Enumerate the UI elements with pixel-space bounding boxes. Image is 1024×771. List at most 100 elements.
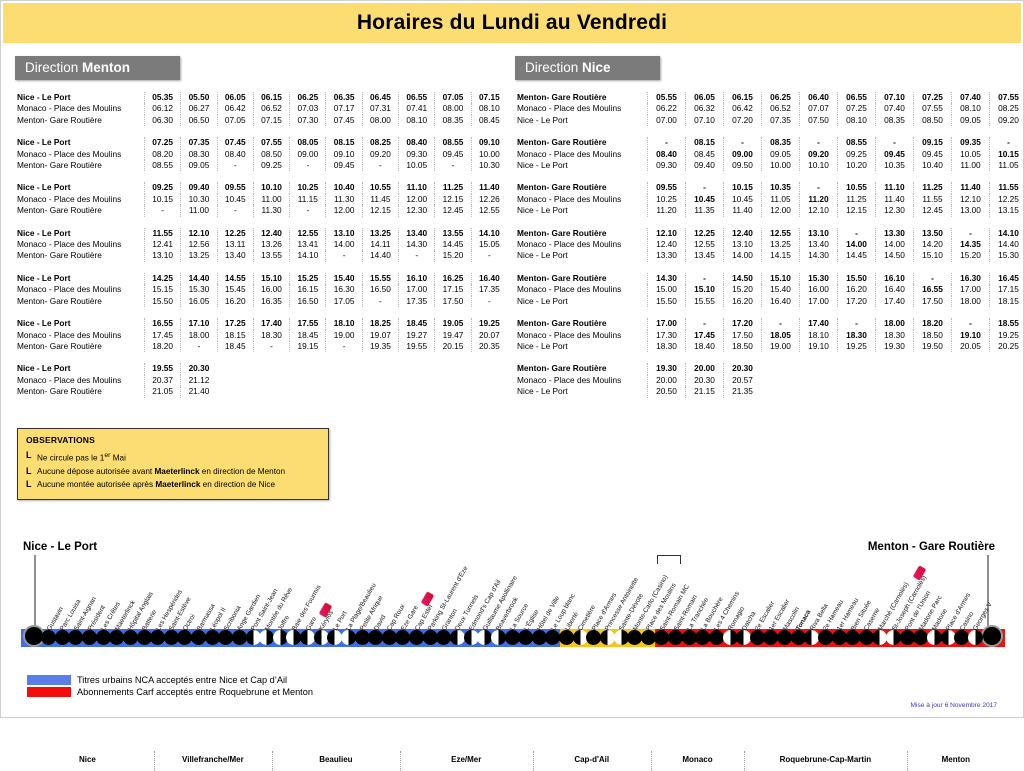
departure-time: 10.45 [217, 194, 253, 205]
departure-time: 14.10 [471, 228, 507, 239]
departure-time: 07.10 [876, 92, 914, 103]
departure-time: 12.00 [399, 194, 435, 205]
route-stop-dot[interactable] [341, 630, 356, 645]
departure-time: - [686, 182, 724, 193]
schedule-table: Menton- Gare Routière17.00-17.20-17.40-1… [515, 318, 1024, 352]
stop-name: Menton- Gare Routière [515, 273, 648, 284]
route-stop-dot[interactable] [450, 630, 465, 645]
departure-time: 19.30 [876, 341, 914, 352]
departure-time: 09.15 [914, 137, 952, 148]
departure-time: 07.03 [290, 103, 326, 114]
departure-time: 14.10 [290, 250, 326, 261]
schedule-row: Monaco - Place des Moulins06.2206.3206.4… [515, 103, 1024, 114]
departure-time: 19.00 [762, 341, 800, 352]
route-stop-dot[interactable] [600, 630, 615, 645]
empty-cell [322, 375, 357, 386]
route-stop-dot[interactable] [777, 630, 792, 645]
terminus-stem-right [987, 555, 989, 633]
empty-cell [835, 386, 872, 397]
departure-time: 15.50 [648, 296, 686, 307]
schedule-row: Monaco - Place des Moulins10.2510.4510.4… [515, 194, 1024, 205]
departure-time: 15.15 [145, 284, 181, 295]
zone-label: Eze/Mer [451, 755, 481, 764]
schedule-row: Monaco - Place des Moulins15.0015.1015.2… [515, 284, 1024, 295]
route-stop-dot[interactable] [123, 630, 138, 645]
departure-time: 10.25 [290, 182, 326, 193]
departure-time: 17.35 [399, 296, 435, 307]
stop-name: Menton- Gare Routière [515, 182, 648, 193]
departure-time: 12.10 [181, 228, 217, 239]
stop-name: Monaco - Place des Moulins [15, 375, 145, 386]
departure-time: 13.45 [686, 250, 724, 261]
observation-text: Aucune dépose autorisée avant Maeterlinc… [37, 465, 285, 478]
departure-time: 06.55 [838, 92, 876, 103]
departure-time: 09.20 [362, 149, 398, 160]
departure-time: 08.25 [990, 103, 1024, 114]
route-stop-dot[interactable] [232, 630, 247, 645]
route-stop-dot[interactable] [409, 630, 424, 645]
schedule-table: Nice - Le Port05.3505.5006.0506.1506.250… [15, 92, 507, 126]
schedule-row: Monaco - Place des Moulins06.1206.2706.4… [15, 103, 507, 114]
departure-time: 18.45 [217, 341, 253, 352]
departure-time: 19.25 [471, 318, 507, 329]
stop-name: Menton- Gare Routière [515, 363, 648, 374]
empty-cell [287, 375, 322, 386]
route-stop-dot[interactable] [559, 630, 574, 645]
departure-time: 21.05 [145, 386, 181, 397]
departure-time: 19.55 [399, 341, 435, 352]
route-stop-dot[interactable] [82, 630, 97, 645]
departure-time: 14.30 [800, 250, 838, 261]
departure-time: 11.35 [686, 205, 724, 216]
departure-time: 07.25 [145, 137, 181, 148]
departure-time: 07.10 [686, 115, 724, 126]
stop-name: Monaco - Place des Moulins [15, 330, 145, 341]
departure-time: 09.20 [800, 149, 838, 160]
schedule-table: Menton- Gare Routière05.5506.0506.1506.2… [515, 92, 1024, 126]
departure-time: - [290, 160, 326, 171]
departure-time: 12.41 [145, 239, 181, 250]
departure-time: 06.55 [399, 92, 435, 103]
legend-swatch-blue [27, 675, 71, 685]
departure-time: 14.00 [838, 239, 876, 250]
departure-time: 15.50 [145, 296, 181, 307]
stop-name: Nice - Le Port [15, 92, 145, 103]
empty-cell [217, 375, 252, 386]
route-stop-dot[interactable] [927, 630, 942, 645]
departure-time: 09.45 [876, 149, 914, 160]
departure-time: 11.20 [648, 205, 686, 216]
route-branch-bracket [657, 555, 681, 564]
route-stop-dot[interactable] [191, 630, 206, 645]
page-header: Horaires du Lundi au Vendredi [3, 3, 1021, 43]
stop-name: Monaco - Place des Moulins [15, 149, 145, 160]
departure-time: 07.15 [253, 115, 289, 126]
departure-time: 13.30 [648, 250, 686, 261]
departure-time: 12.45 [435, 205, 471, 216]
route-stop-dot[interactable] [968, 630, 983, 645]
route-stop-dot[interactable] [668, 630, 683, 645]
empty-cell [464, 363, 499, 374]
route-stop-dot[interactable] [709, 630, 724, 645]
departure-time: 14.40 [181, 273, 217, 284]
departure-time: 11.55 [145, 228, 181, 239]
empty-cell [322, 386, 357, 397]
departure-time: 17.20 [724, 318, 762, 329]
departure-time: 06.15 [253, 92, 289, 103]
route-stop-dot[interactable] [886, 630, 901, 645]
departure-time: 19.35 [362, 341, 398, 352]
direction-prefix-nice: Direction [525, 60, 582, 75]
stop-name: Nice - Le Port [515, 250, 648, 261]
schedule-row: Menton- Gare Routière06.3006.5007.0507.1… [15, 115, 507, 126]
departure-time: 08.10 [838, 115, 876, 126]
empty-cell [798, 375, 835, 386]
departure-time: 10.30 [471, 160, 507, 171]
route-stop-dot[interactable] [818, 630, 833, 645]
empty-cell [946, 386, 983, 397]
departure-time: 17.00 [800, 296, 838, 307]
departure-time: - [362, 296, 398, 307]
route-stop-dot[interactable] [491, 630, 506, 645]
route-stop-dot[interactable] [300, 630, 315, 645]
departure-time: 08.50 [914, 115, 952, 126]
stop-name: Monaco - Place des Moulins [515, 330, 648, 341]
departure-time: 13.41 [290, 239, 326, 250]
empty-cell [909, 363, 946, 374]
